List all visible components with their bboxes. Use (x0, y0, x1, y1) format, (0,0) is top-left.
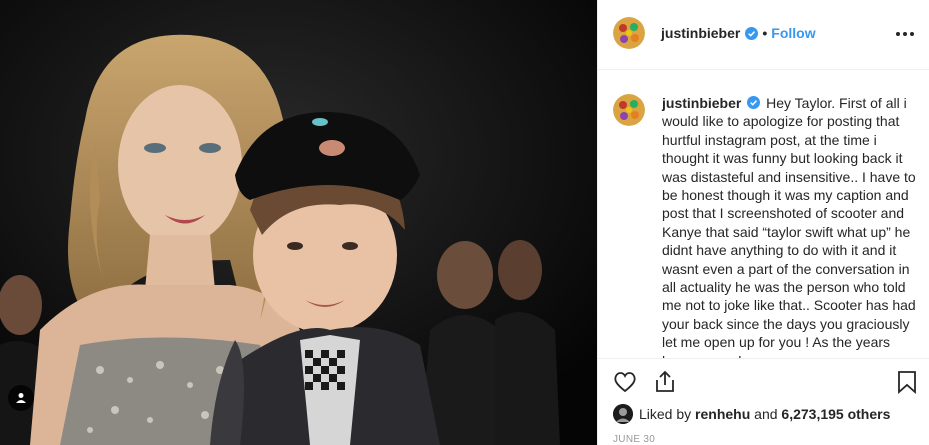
likes-row: Liked by renhehu and 6,273,195 others (613, 404, 890, 424)
heart-icon[interactable] (612, 369, 638, 395)
header-username-row: justinbieber • Follow (661, 25, 816, 41)
post-actions: Liked by renhehu and 6,273,195 others JU… (598, 358, 929, 445)
verified-badge-icon (745, 26, 759, 40)
follow-button[interactable]: Follow (771, 25, 815, 41)
liked-by-prefix: Liked by (639, 406, 692, 422)
photo-image (0, 0, 597, 445)
avatar-image (613, 94, 645, 126)
avatar-image (613, 17, 645, 49)
liked-by-and: and (750, 406, 782, 422)
caption-username[interactable]: justinbieber (662, 95, 741, 111)
caption-text: justinbieber Hey Taylor. First of all i … (662, 94, 924, 358)
liked-by-user-link[interactable]: renhehu (695, 406, 750, 422)
post-header: justinbieber • Follow (598, 0, 929, 70)
user-tag-icon (16, 393, 26, 403)
caption-area[interactable]: justinbieber Hey Taylor. First of all i … (598, 71, 929, 358)
post-photo[interactable] (0, 0, 597, 445)
post-date[interactable]: JUNE 30 (613, 434, 655, 445)
post-side-panel: justinbieber • Follow justinbieber Hey T… (597, 0, 929, 445)
separator-dot: • (762, 25, 768, 41)
verified-badge-icon (747, 96, 761, 109)
username-link[interactable]: justinbieber (661, 25, 740, 41)
caption-avatar[interactable] (613, 94, 645, 126)
user-tag-button[interactable] (8, 385, 34, 411)
likes-count-link[interactable]: 6,273,195 others (781, 406, 890, 422)
avatar[interactable] (613, 17, 645, 49)
bookmark-icon[interactable] (894, 369, 920, 395)
more-options-icon[interactable] (895, 24, 915, 42)
liker-avatar[interactable] (613, 404, 633, 424)
share-icon[interactable] (652, 369, 678, 395)
caption-body: Hey Taylor. First of all i would like to… (662, 95, 916, 358)
